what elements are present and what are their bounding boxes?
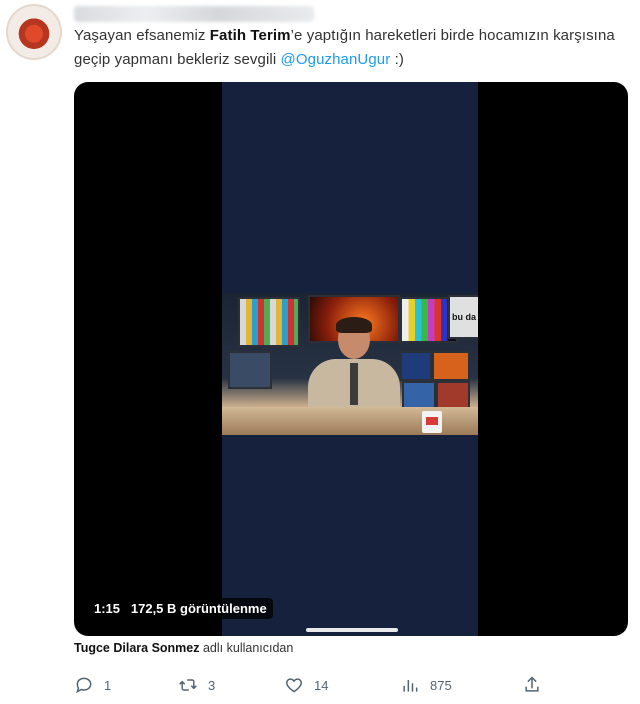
share-icon: [525, 676, 539, 692]
presenter-tie: [350, 363, 358, 405]
views-count: 875: [430, 677, 452, 693]
retweet-count: 3: [208, 677, 216, 693]
monitor-logo: bu da: [448, 295, 478, 339]
retweet-icon: [179, 679, 197, 691]
blurred-username: [74, 6, 314, 22]
voice-credit-suffix: adlı kullanıcıdan: [202, 641, 294, 655]
video-still: bu da: [222, 293, 478, 435]
monitor: [432, 351, 470, 381]
reply-count: 1: [104, 677, 112, 693]
tweet-text-part: :): [390, 51, 404, 68]
like-count: 14: [314, 677, 329, 693]
avatar[interactable]: [6, 4, 62, 60]
tweet-text-part: Yaşayan efsanemiz: [74, 27, 210, 44]
avatar-logo: [17, 15, 51, 49]
video-progress-bar[interactable]: [306, 628, 398, 632]
monitor: [228, 351, 272, 389]
monitor-test-pattern: [238, 297, 300, 347]
tweet-bold-name: Fatih Terim: [209, 27, 291, 44]
monitor: [400, 351, 432, 381]
share-button[interactable]: [522, 675, 542, 695]
video-stats-badge: 1:15 172,5 B görüntülenme: [88, 598, 273, 619]
mention-link[interactable]: @OguzhanUgur: [281, 51, 391, 68]
watermark-text: bu da: [452, 312, 476, 322]
reply-button[interactable]: 1: [74, 675, 111, 695]
mug: [422, 411, 442, 433]
like-button[interactable]: 14: [284, 675, 328, 695]
presenter-hair: [336, 317, 372, 333]
views-button[interactable]: 875: [400, 675, 452, 695]
video-duration: 1:15: [94, 601, 121, 616]
video-views: 172,5 B görüntülenme: [130, 601, 267, 616]
like-icon: [285, 678, 303, 693]
reply-icon: [76, 677, 92, 694]
analytics-icon: [403, 680, 418, 692]
retweet-button[interactable]: 3: [178, 675, 215, 695]
voice-credit: Tugce Dilara Sonmez adlı kullanıcıdan: [74, 641, 293, 655]
monitor: [436, 381, 470, 409]
tweet-text: Yaşayan efsanemiz Fatih Terim’e yaptığın…: [74, 24, 619, 72]
voice-credit-name[interactable]: Tugce Dilara Sonmez: [74, 641, 200, 655]
tweet-actions: 1 3 14 875: [74, 672, 564, 698]
video-player[interactable]: bu da 1:15 172,5 B görüntülenme: [74, 82, 628, 636]
